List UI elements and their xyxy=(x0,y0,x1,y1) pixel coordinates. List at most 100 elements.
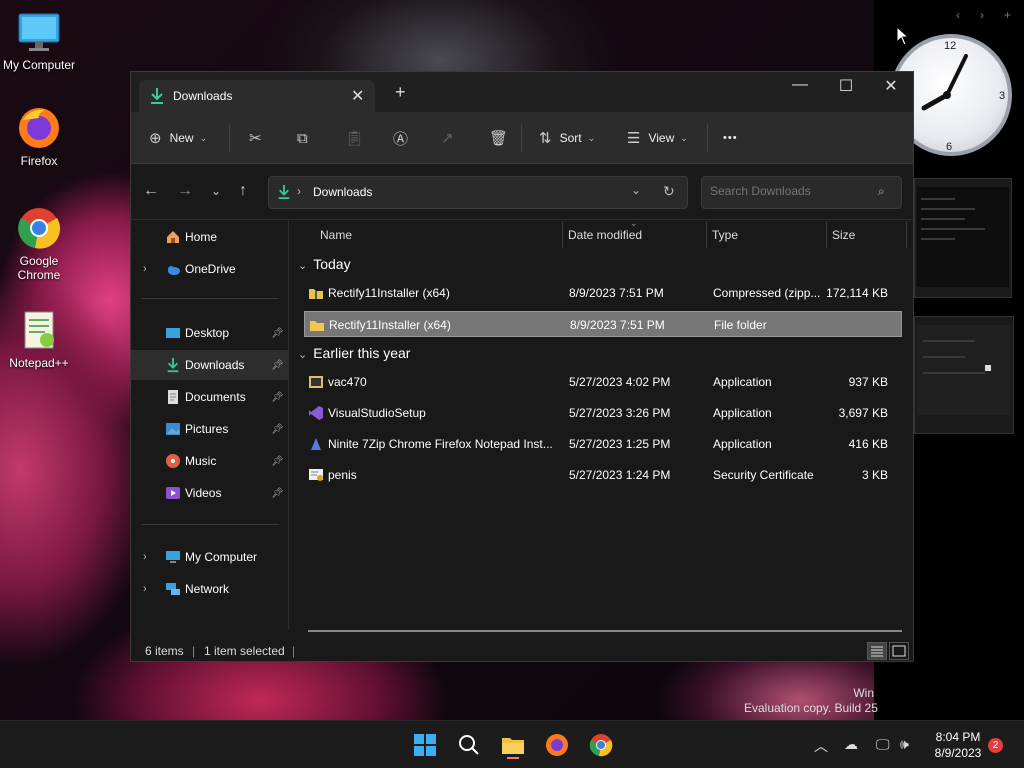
up-arrow-icon[interactable]: ↑ xyxy=(239,182,247,200)
taskbar-file-explorer[interactable] xyxy=(499,731,527,759)
view-button[interactable]: ☰ View ⌄ xyxy=(627,126,688,150)
column-separator[interactable] xyxy=(826,222,827,248)
taskbar-firefox[interactable] xyxy=(543,731,571,759)
file-date: 5/27/2023 3:26 PM xyxy=(569,406,671,420)
file-name: penis xyxy=(328,468,357,482)
column-header-size[interactable]: Size xyxy=(832,220,855,250)
network-icon[interactable]: 🖵︎ xyxy=(876,736,890,753)
copy-icon[interactable]: ⧉ xyxy=(297,126,308,150)
window-thumbnail-2[interactable] xyxy=(914,316,1014,434)
breadcrumb-downloads[interactable]: Downloads xyxy=(313,185,372,199)
app-icon xyxy=(308,374,324,390)
home-icon xyxy=(165,229,181,245)
search-box[interactable]: ⌕ xyxy=(701,176,902,209)
group-label: Earlier this year xyxy=(313,345,411,361)
gadget-next-button[interactable]: › xyxy=(980,8,984,22)
column-separator[interactable] xyxy=(906,222,907,248)
file-row[interactable]: Rectify11Installer (x64) 8/9/2023 7:51 P… xyxy=(304,280,902,306)
sidebar-item-downloads[interactable]: Downloads 📌︎ xyxy=(131,350,289,380)
cut-icon[interactable]: ✂ xyxy=(249,126,262,150)
file-row[interactable]: penis 5/27/2023 1:24 PM Security Certifi… xyxy=(304,462,902,488)
sidebar-item-desktop[interactable]: Desktop 📌︎ xyxy=(131,318,289,348)
maximize-button[interactable]: ☐ xyxy=(823,76,869,96)
group-header-today[interactable]: ⌄ Today xyxy=(298,256,351,272)
pin-icon[interactable]: 📌︎ xyxy=(271,392,284,403)
search-icon[interactable]: ⌕ xyxy=(878,184,885,199)
file-type: Security Certificate xyxy=(713,468,814,482)
column-header-name[interactable]: Name xyxy=(320,220,352,250)
file-row[interactable]: Ninite 7Zip Chrome Firefox Notepad Inst.… xyxy=(304,431,902,457)
desktop-icon-my-computer[interactable]: My Computer xyxy=(0,8,78,72)
taskbar-chrome[interactable] xyxy=(587,731,615,759)
desktop-icon-firefox[interactable]: Firefox xyxy=(0,104,78,168)
cloud-offline-icon[interactable]: ☁ xyxy=(844,736,858,753)
column-separator[interactable] xyxy=(706,222,707,248)
expand-chevron-icon[interactable]: › xyxy=(143,551,147,563)
chrome-icon xyxy=(589,734,613,757)
minimize-button[interactable]: — xyxy=(777,76,823,94)
zip-folder-icon xyxy=(308,285,324,301)
pin-icon[interactable]: 📌︎ xyxy=(271,424,284,435)
sidebar-item-music[interactable]: Music 📌︎ xyxy=(131,446,289,476)
plus-circle-icon: ⊕ xyxy=(149,130,162,147)
horizontal-scrollbar[interactable] xyxy=(308,630,902,632)
pin-icon[interactable]: 📌︎ xyxy=(271,360,284,371)
search-button[interactable] xyxy=(455,731,483,759)
details-view-button[interactable] xyxy=(867,642,887,660)
sidebar-item-network[interactable]: › Network xyxy=(131,574,289,604)
tab-close-button[interactable]: ✕ xyxy=(351,86,364,106)
search-icon xyxy=(459,735,479,755)
chevron-down-icon: ⌄ xyxy=(199,132,208,143)
desktop-icon-notepadpp[interactable]: Notepad++ xyxy=(0,306,78,370)
rename-icon[interactable]: Ⓐ xyxy=(393,126,408,150)
address-dropdown-chevron-icon[interactable]: ⌄ xyxy=(631,183,641,197)
expand-chevron-icon[interactable]: › xyxy=(143,263,147,275)
file-row[interactable]: VisualStudioSetup 5/27/2023 3:26 PM Appl… xyxy=(304,400,902,426)
pin-icon[interactable]: 📌︎ xyxy=(271,328,284,339)
file-list: Name Date modified ⌄ Type Size ⌄ Today Re… xyxy=(290,218,914,632)
sidebar-item-home[interactable]: Home xyxy=(131,222,289,252)
volume-icon[interactable]: 🕪︎ xyxy=(900,736,909,753)
back-arrow-icon[interactable]: ← xyxy=(143,182,159,200)
close-button[interactable]: ✕ xyxy=(868,76,914,96)
gadget-prev-button[interactable]: ‹ xyxy=(956,8,960,22)
pin-icon[interactable]: 📌︎ xyxy=(271,456,284,467)
visualstudio-icon xyxy=(308,405,324,421)
group-header-earlier[interactable]: ⌄ Earlier this year xyxy=(298,345,410,361)
toolbar-divider xyxy=(229,124,230,152)
sidebar-item-videos[interactable]: Videos 📌︎ xyxy=(131,478,289,508)
column-separator[interactable] xyxy=(562,222,563,248)
desktop-icon-chrome[interactable]: Google Chrome xyxy=(0,204,78,282)
start-button[interactable] xyxy=(411,731,439,759)
refresh-icon[interactable]: ↻ xyxy=(663,183,675,200)
taskbar-clock[interactable]: 8:04 PM 8/9/2023 xyxy=(924,729,992,761)
gadget-add-button[interactable]: + xyxy=(1004,8,1011,22)
sidebar-item-documents[interactable]: Documents 📌︎ xyxy=(131,382,289,412)
nav-divider xyxy=(141,524,279,525)
sidebar-item-pictures[interactable]: Pictures 📌︎ xyxy=(131,414,289,444)
file-row-selected[interactable]: Rectify11Installer (x64) 8/9/2023 7:51 P… xyxy=(304,311,902,337)
more-options-button[interactable]: ••• xyxy=(723,126,738,150)
paste-icon[interactable]: 📋︎ xyxy=(345,126,364,150)
column-header-type[interactable]: Type xyxy=(712,220,738,250)
new-button[interactable]: ⊕ New ⌄ xyxy=(149,126,207,150)
file-row[interactable]: vac470 5/27/2023 4:02 PM Application 937… xyxy=(304,369,902,395)
notification-badge[interactable]: 2 xyxy=(988,738,1003,753)
search-input[interactable] xyxy=(710,184,870,198)
sidebar-item-my-computer[interactable]: › My Computer xyxy=(131,542,289,572)
recent-locations-chevron-icon[interactable]: ⌄ xyxy=(211,184,221,198)
address-bar[interactable]: › Downloads ⌄ ↻ xyxy=(268,176,688,209)
pin-icon[interactable]: 📌︎ xyxy=(271,488,284,499)
file-type: File folder xyxy=(714,318,767,332)
show-hidden-icons-chevron-icon[interactable]: ︿ xyxy=(814,736,828,756)
delete-icon[interactable]: 🗑︎ xyxy=(489,126,508,150)
forward-arrow-icon[interactable]: → xyxy=(177,182,193,200)
window-thumbnail-1[interactable] xyxy=(914,178,1012,298)
sidebar-item-onedrive[interactable]: › OneDrive xyxy=(131,254,289,284)
sort-button[interactable]: ⇅ Sort ⌄ xyxy=(539,126,595,150)
share-icon[interactable]: ↗ xyxy=(441,126,454,150)
expand-chevron-icon[interactable]: › xyxy=(143,583,147,595)
new-tab-button[interactable]: + xyxy=(395,82,406,103)
tab-downloads[interactable]: Downloads ✕ xyxy=(139,80,375,112)
tiles-view-button[interactable] xyxy=(889,642,909,660)
